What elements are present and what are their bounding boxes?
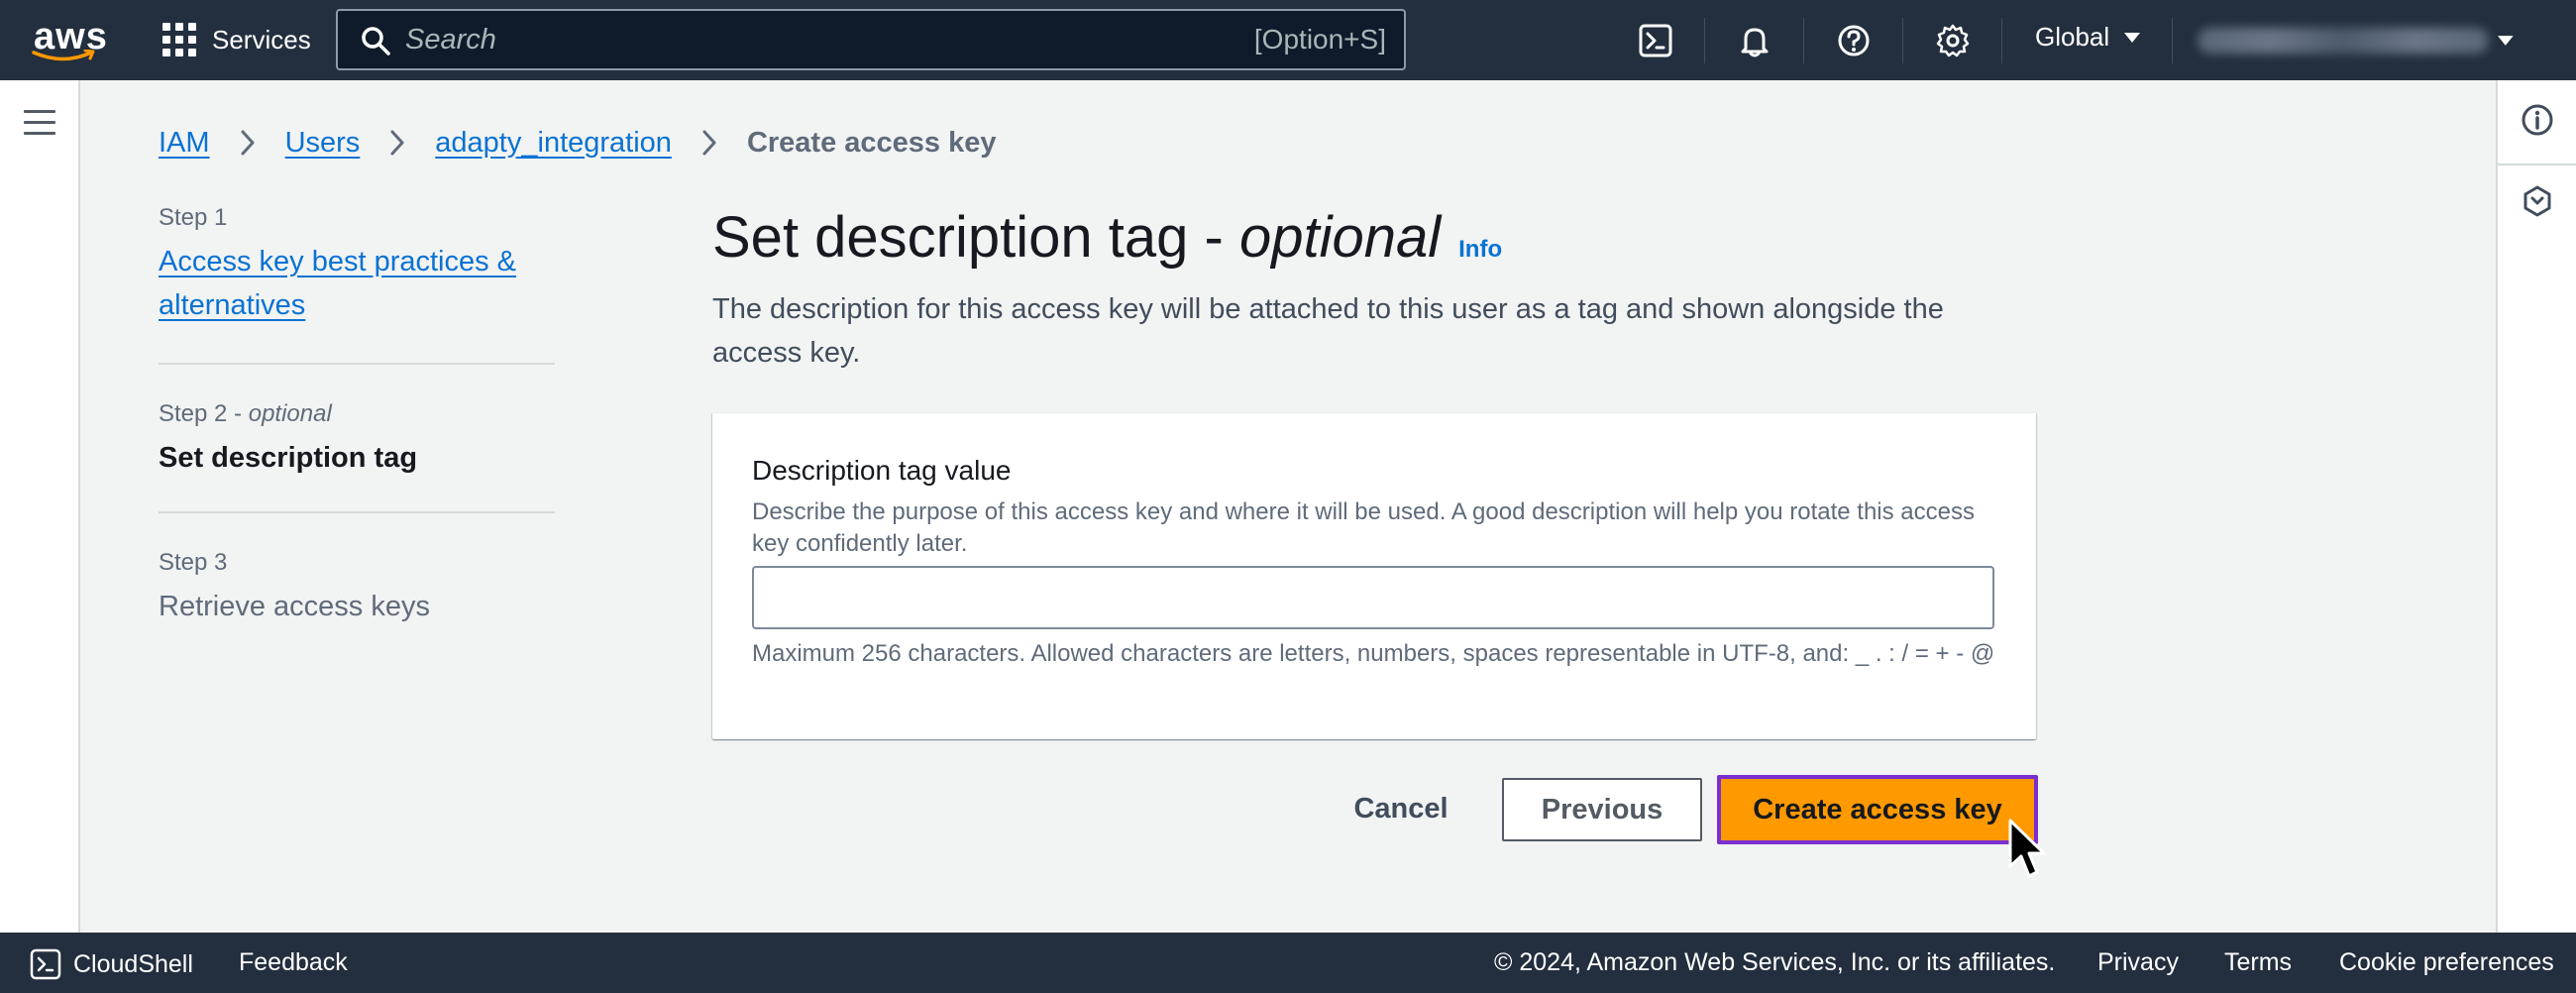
step-number: Step 2 - optional xyxy=(159,400,332,427)
search-shortcut-hint: [Option+S] xyxy=(1253,24,1386,55)
gear-icon xyxy=(1936,24,1970,57)
footer-cloudshell-label: CloudShell xyxy=(73,949,193,978)
aws-logo[interactable]: aws xyxy=(30,14,107,65)
nav-separator xyxy=(1803,18,1804,63)
left-side-rail xyxy=(0,80,80,933)
help-button[interactable] xyxy=(1831,18,1877,63)
assistant-panel-button[interactable] xyxy=(2518,181,2557,221)
breadcrumb-link-iam[interactable]: IAM xyxy=(159,127,210,160)
cloudshell-icon xyxy=(1639,24,1672,57)
rail-separator xyxy=(2498,164,2576,166)
footer-privacy-link[interactable]: Privacy xyxy=(2097,948,2179,977)
breadcrumb-link-users[interactable]: Users xyxy=(285,127,361,160)
account-name-redacted xyxy=(2198,28,2490,54)
services-menu-button[interactable]: Services xyxy=(162,20,311,59)
notifications-button[interactable] xyxy=(1732,18,1777,63)
cloudshell-button[interactable] xyxy=(1633,18,1678,63)
region-label: Global xyxy=(2035,22,2110,52)
services-label: Services xyxy=(212,24,311,55)
cloudshell-icon xyxy=(30,948,61,980)
nav-separator xyxy=(1902,18,1903,63)
caret-down-icon xyxy=(2124,32,2141,43)
breadcrumb-current: Create access key xyxy=(746,126,997,159)
navigation-menu-button[interactable] xyxy=(24,110,55,136)
wizard-step-3: Step 3 Retrieve access keys xyxy=(159,513,555,628)
wizard-step-2: Step 2 - optional Set description tag xyxy=(159,365,555,511)
page-title-optional: optional xyxy=(1238,205,1442,270)
right-side-rail xyxy=(2496,80,2576,933)
aws-smile-icon xyxy=(32,50,95,61)
footer-terms-link[interactable]: Terms xyxy=(2224,948,2292,977)
search-input[interactable] xyxy=(405,19,1198,60)
mouse-pointer-icon xyxy=(2008,819,2046,878)
cancel-button[interactable]: Cancel xyxy=(1336,777,1466,840)
bell-icon xyxy=(1741,28,1769,57)
footer-cloudshell-button[interactable]: CloudShell xyxy=(30,948,193,980)
page-description: The description for this access key will… xyxy=(712,293,1944,369)
step-number: Step 3 xyxy=(159,549,228,576)
account-menu-button[interactable] xyxy=(2198,24,2515,57)
breadcrumb: IAM Users adapty_integration Create acce… xyxy=(159,123,996,163)
step-1-link[interactable]: Access key best practices & alternatives xyxy=(159,246,516,321)
info-link[interactable]: Info xyxy=(1458,236,1502,264)
help-icon xyxy=(1838,25,1870,56)
description-tag-constraint: Maximum 256 characters. Allowed characte… xyxy=(752,640,1995,667)
step-2-title: Set description tag xyxy=(159,442,418,474)
search-icon xyxy=(362,27,390,55)
global-search-box[interactable]: [Option+S] xyxy=(336,9,1406,70)
nav-separator xyxy=(1704,18,1705,63)
hexagon-assistant-icon xyxy=(2523,185,2551,217)
wizard-steps: Step 1 Access key best practices & alter… xyxy=(159,204,555,628)
region-selector[interactable]: Global xyxy=(2035,22,2141,53)
step-optional-label: optional xyxy=(248,400,332,427)
description-tag-label: Description tag value xyxy=(752,455,1012,486)
nav-separator xyxy=(2172,18,2173,63)
chevron-right-icon xyxy=(701,130,717,156)
top-navigation-bar: aws Services [Option+S] xyxy=(0,0,2576,80)
step-number: Step 1 xyxy=(159,204,228,231)
description-tag-help: Describe the purpose of this access key … xyxy=(752,498,1975,557)
info-panel-button[interactable] xyxy=(2518,100,2557,140)
description-tag-input[interactable] xyxy=(752,566,1994,629)
app-grid-icon xyxy=(162,23,196,56)
footer-feedback-link[interactable]: Feedback xyxy=(239,948,348,977)
footer-cookie-preferences-link[interactable]: Cookie preferences xyxy=(2339,948,2554,977)
info-circle-icon xyxy=(2522,104,2553,136)
breadcrumb-link-user[interactable]: adapty_integration xyxy=(435,127,672,160)
footer: CloudShell Feedback © 2024, Amazon Web S… xyxy=(0,933,2576,993)
chevron-right-icon xyxy=(389,130,405,156)
hamburger-icon xyxy=(24,110,55,113)
nav-separator xyxy=(2001,18,2002,63)
wizard-step-1: Step 1 Access key best practices & alter… xyxy=(159,204,555,363)
description-tag-container: Description tag value Describe the purpo… xyxy=(712,412,2036,739)
page-title: Set description tag - optional Info xyxy=(712,205,1503,270)
chevron-right-icon xyxy=(240,130,256,156)
create-access-key-button[interactable]: Create access key xyxy=(1717,775,2038,844)
step-3-title: Retrieve access keys xyxy=(159,591,430,622)
previous-button[interactable]: Previous xyxy=(1502,778,1702,841)
settings-button[interactable] xyxy=(1930,18,1976,63)
caret-down-icon xyxy=(2498,36,2515,46)
footer-copyright: © 2024, Amazon Web Services, Inc. or its… xyxy=(1494,948,2056,976)
